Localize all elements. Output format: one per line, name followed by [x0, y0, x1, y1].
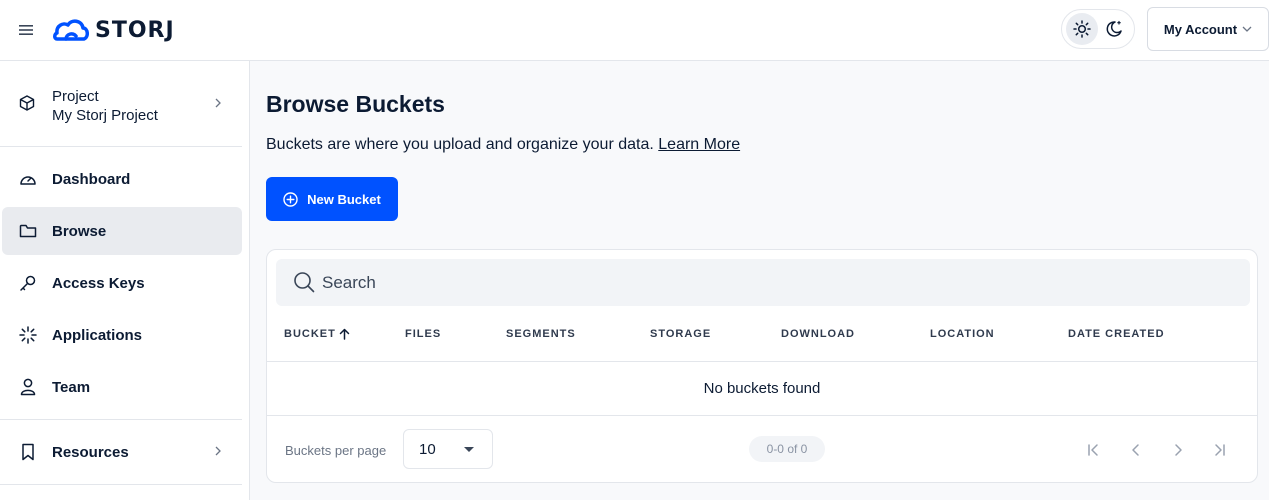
caret-down-icon — [464, 447, 474, 452]
sidebar-item-label: Browse — [52, 222, 107, 240]
sidebar-item-browse[interactable]: Browse — [2, 207, 242, 255]
new-bucket-button[interactable]: New Bucket — [266, 177, 398, 221]
project-name: My Storj Project — [52, 107, 158, 124]
project-selector[interactable]: Project My Storj Project — [0, 75, 250, 137]
dark-theme-button[interactable] — [1098, 13, 1130, 45]
search-icon — [294, 272, 315, 293]
chevron-down-icon — [1242, 26, 1252, 32]
key-icon — [19, 274, 37, 292]
sidebar-divider — [0, 146, 242, 147]
search-bar — [276, 259, 1250, 306]
sidebar-item-label: Resources — [52, 443, 129, 461]
project-label: Project — [52, 88, 99, 105]
column-header-segments[interactable]: SEGMENTS — [506, 328, 576, 340]
description-text: Buckets are where you upload and organiz… — [266, 136, 654, 153]
sidebar-item-team[interactable]: Team — [2, 363, 242, 411]
sidebar-divider — [0, 419, 242, 420]
sidebar-item-label: Applications — [52, 326, 143, 344]
table-header-divider — [267, 361, 1257, 362]
plus-circle-icon — [283, 191, 298, 207]
sidebar-item-access-keys[interactable]: Access Keys — [2, 259, 242, 307]
top-header: STORJ My Account — [0, 0, 1269, 61]
column-header-location[interactable]: LOCATION — [930, 328, 995, 340]
table-footer-divider — [267, 415, 1257, 416]
buckets-table-card: BUCKET FILES SEGMENTS STORAGE DOWNLOAD L… — [266, 249, 1258, 483]
light-theme-button[interactable] — [1066, 13, 1098, 45]
arrow-up-icon — [339, 328, 350, 340]
chevron-right-icon — [215, 446, 221, 456]
column-header-bucket[interactable]: BUCKET — [284, 328, 350, 340]
per-page-label: Buckets per page — [285, 443, 387, 458]
last-page-icon — [1215, 444, 1225, 456]
per-page-select[interactable]: 10 — [403, 429, 493, 469]
storj-logo[interactable]: STORJ — [53, 14, 175, 46]
my-account-button[interactable]: My Account — [1147, 7, 1269, 51]
sidebar-item-label: Access Keys — [52, 274, 145, 292]
sidebar-divider — [0, 484, 242, 485]
sidebar-item-label: Dashboard — [52, 170, 131, 188]
moon-icon — [1106, 20, 1122, 37]
empty-state-text: No buckets found — [703, 380, 821, 397]
page-description: Buckets are where you upload and organiz… — [266, 136, 740, 154]
chevron-left-icon — [1132, 444, 1139, 456]
learn-more-link[interactable]: Learn More — [658, 136, 740, 153]
folder-icon — [19, 222, 37, 240]
logo-text: STORJ — [95, 17, 175, 43]
column-header-label: LOCATION — [930, 328, 995, 340]
cloud-logo-icon — [53, 19, 89, 41]
applications-icon — [19, 326, 37, 344]
per-page-value: 10 — [419, 440, 436, 458]
column-header-label: STORAGE — [650, 328, 712, 340]
sidebar-item-dashboard[interactable]: Dashboard — [2, 155, 242, 203]
new-bucket-label: New Bucket — [307, 191, 381, 207]
bookmark-icon — [19, 443, 37, 461]
chevron-right-icon — [1175, 444, 1182, 456]
hamburger-menu-button[interactable] — [14, 18, 40, 42]
menu-icon — [19, 25, 33, 35]
next-page-button[interactable] — [1166, 438, 1190, 462]
column-header-files[interactable]: FILES — [405, 328, 441, 340]
previous-page-button[interactable] — [1124, 438, 1148, 462]
chevron-right-icon — [215, 98, 221, 108]
column-header-storage[interactable]: STORAGE — [650, 328, 711, 340]
sun-icon — [1073, 20, 1091, 38]
page-title: Browse Buckets — [266, 91, 445, 117]
pagination-range: 0-0 of 0 — [749, 436, 825, 462]
search-input[interactable] — [322, 259, 1222, 306]
cube-icon — [19, 95, 35, 111]
account-label: My Account — [1163, 21, 1238, 37]
dashboard-icon — [19, 170, 37, 188]
sidebar-item-label: Team — [52, 378, 91, 396]
sidebar: Project My Storj Project Dashboard Brows… — [0, 61, 250, 500]
first-page-icon — [1088, 444, 1098, 456]
last-page-button[interactable] — [1207, 438, 1231, 462]
sidebar-item-resources[interactable]: Resources — [2, 428, 242, 476]
column-header-download[interactable]: DOWNLOAD — [781, 328, 855, 340]
column-header-label: DATE CREATED — [1068, 328, 1165, 340]
column-header-date-created[interactable]: DATE CREATED — [1068, 328, 1165, 340]
column-header-label: SEGMENTS — [506, 328, 576, 340]
person-icon — [19, 378, 37, 396]
first-page-button[interactable] — [1082, 438, 1106, 462]
column-header-label: BUCKET — [284, 328, 336, 340]
theme-toggle — [1061, 9, 1135, 49]
column-header-label: FILES — [405, 328, 442, 340]
sidebar-item-applications[interactable]: Applications — [2, 311, 242, 359]
column-header-label: DOWNLOAD — [781, 328, 855, 340]
